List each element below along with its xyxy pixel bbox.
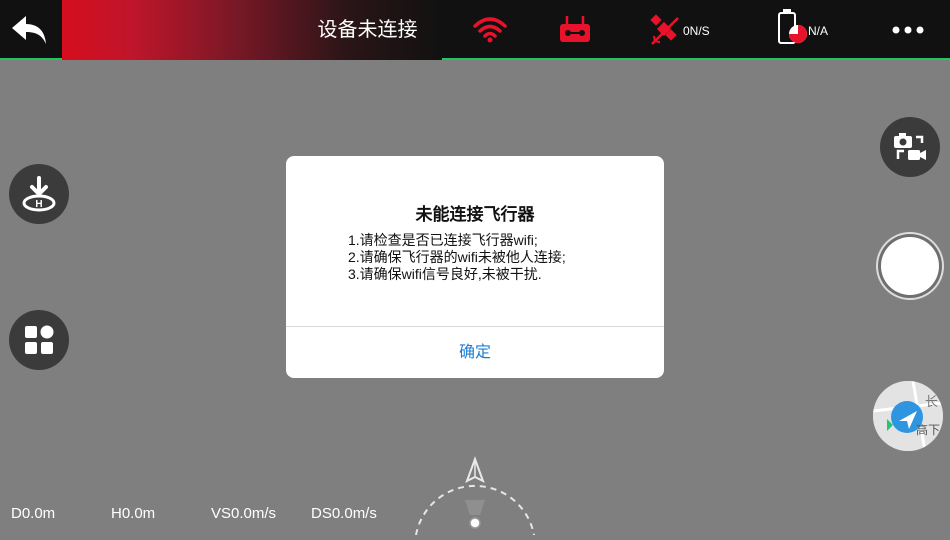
remote-controller-status: [558, 14, 592, 46]
dialog-message: 1.请检查是否已连接飞行器wifi; 2.请确保飞行器的wifi未被他人连接; …: [348, 232, 648, 283]
dialog-title: 未能连接飞行器: [415, 205, 535, 224]
battery-status: [778, 8, 808, 46]
connection-error-dialog: 未能连接飞行器 1.请检查是否已连接飞行器wifi; 2.请确保飞行器的wifi…: [286, 156, 664, 378]
map-label-1: 长: [925, 394, 939, 409]
gps-status: [648, 14, 682, 46]
top-status-bar: 设备未连接 0N/S N/A: [0, 0, 950, 60]
battery-icon: [778, 9, 807, 44]
distance-speed-readout: DS0.0m/s: [311, 505, 377, 522]
back-icon: [12, 16, 46, 44]
menu-grid-button[interactable]: [9, 310, 69, 370]
height-readout: H0.0m: [111, 505, 156, 522]
back-button[interactable]: [8, 10, 52, 50]
battery-value: N/A: [808, 24, 829, 38]
takeoff-land-icon: H: [22, 176, 56, 212]
vertical-speed-readout: VS0.0m/s: [211, 505, 277, 522]
grid-menu-icon: [25, 325, 54, 354]
compass-icon: [415, 456, 535, 536]
dialog-line-3: 3.请确保wifi信号良好,未被干扰.: [348, 266, 542, 282]
distance-readout: D0.0m: [11, 505, 56, 522]
wifi-icon: [473, 17, 507, 43]
remote-controller-icon: [560, 16, 590, 42]
dialog-line-2: 2.请确保飞行器的wifi未被他人连接;: [348, 249, 566, 265]
more-icon: [892, 26, 924, 34]
connection-status-title: 设备未连接: [317, 19, 418, 41]
wifi-status: [472, 14, 508, 46]
camera-switch-button[interactable]: [880, 117, 940, 177]
shutter-button[interactable]: [881, 237, 939, 295]
map-label-2: 高下: [916, 423, 941, 437]
takeoff-land-button[interactable]: H: [9, 164, 69, 224]
map-thumbnail-button[interactable]: 长 高下: [873, 381, 943, 451]
more-button[interactable]: [890, 16, 926, 44]
camera-switch-icon: [894, 133, 926, 160]
gps-speed-value: 0N/S: [683, 24, 710, 38]
svg-text:H: H: [35, 199, 42, 210]
dialog-line-1: 1.请检查是否已连接飞行器wifi;: [348, 232, 538, 248]
satellite-icon: [650, 14, 679, 45]
confirm-button[interactable]: 确定: [286, 327, 664, 378]
compass: [410, 455, 540, 536]
